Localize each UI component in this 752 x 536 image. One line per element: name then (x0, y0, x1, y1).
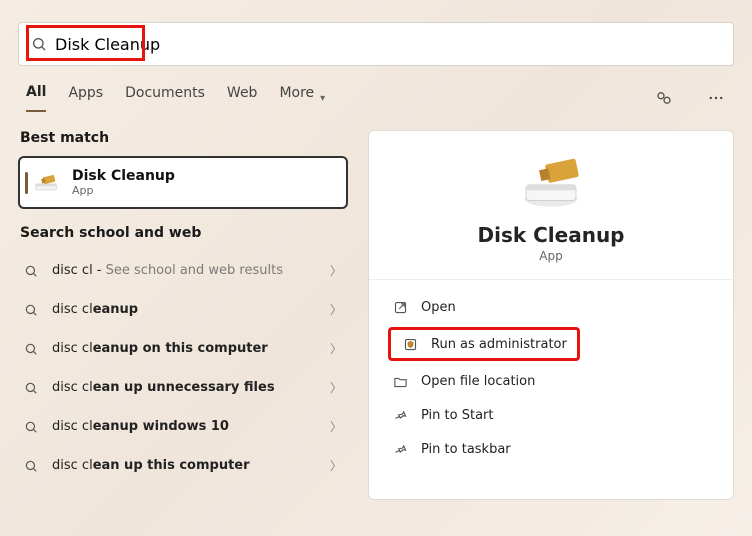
tab-web[interactable]: Web (227, 85, 258, 111)
details-title: Disk Cleanup (369, 223, 733, 247)
action-open-label: Open (421, 300, 456, 315)
action-open-file-location[interactable]: Open file location (381, 364, 721, 398)
selection-accent (25, 172, 28, 194)
shield-icon (401, 335, 419, 353)
action-open[interactable]: Open (381, 290, 721, 324)
web-result-row[interactable]: disc clean up unnecessary files 〉 (18, 368, 348, 407)
search-icon (24, 459, 40, 473)
search-icon (24, 264, 40, 278)
web-result-row[interactable]: disc clean up this computer 〉 (18, 446, 348, 485)
chevron-right-icon: 〉 (330, 340, 342, 357)
search-icon (24, 342, 40, 356)
details-subtitle: App (369, 249, 733, 263)
chevron-right-icon: 〉 (330, 262, 342, 279)
search-icon (27, 36, 51, 52)
web-result-text: disc cleanup windows 10 (52, 419, 318, 434)
tab-apps[interactable]: Apps (68, 85, 103, 111)
best-match-heading: Best match (18, 130, 348, 156)
web-result-row[interactable]: disc cleanup on this computer 〉 (18, 329, 348, 368)
folder-icon (391, 372, 409, 390)
web-result-row[interactable]: disc cleanup 〉 (18, 290, 348, 329)
web-result-row[interactable]: disc cleanup windows 10 〉 (18, 407, 348, 446)
disk-cleanup-large-icon (369, 155, 733, 213)
action-run-as-admin-label: Run as administrator (431, 337, 567, 352)
web-result-row[interactable]: disc cl - See school and web results 〉 (18, 251, 348, 290)
more-options-icon[interactable] (706, 88, 726, 108)
best-match-title: Disk Cleanup (72, 168, 175, 184)
action-pin-to-taskbar[interactable]: Pin to taskbar (381, 432, 721, 466)
web-result-text: disc cl - See school and web results (52, 263, 318, 278)
chevron-right-icon: 〉 (330, 457, 342, 474)
results-column: Best match Disk Cleanup App Search schoo… (18, 130, 348, 500)
tab-documents[interactable]: Documents (125, 85, 205, 111)
web-results-heading: Search school and web (18, 225, 348, 251)
action-pin-to-start[interactable]: Pin to Start (381, 398, 721, 432)
chevron-right-icon: 〉 (330, 379, 342, 396)
open-icon (391, 298, 409, 316)
search-input[interactable] (51, 35, 725, 54)
tab-more[interactable]: More (279, 85, 314, 111)
tab-all[interactable]: All (26, 84, 46, 112)
search-options-icon[interactable] (654, 88, 674, 108)
web-results-list: disc cl - See school and web results〉dis… (18, 251, 348, 485)
chevron-down-icon: ▾ (320, 93, 325, 104)
web-result-text: disc clean up this computer (52, 458, 318, 473)
search-icon (24, 303, 40, 317)
action-list: Open Run as administrator Open file loca… (369, 290, 733, 466)
filter-tabs: All Apps Documents Web More ▾ (0, 66, 752, 112)
chevron-right-icon: 〉 (330, 418, 342, 435)
best-match-subtitle: App (72, 184, 175, 197)
search-icon (24, 420, 40, 434)
chevron-right-icon: 〉 (330, 301, 342, 318)
action-run-as-admin[interactable]: Run as administrator (388, 327, 580, 361)
action-open-file-location-label: Open file location (421, 374, 535, 389)
pin-icon (391, 406, 409, 424)
action-pin-to-start-label: Pin to Start (421, 408, 493, 423)
action-pin-to-taskbar-label: Pin to taskbar (421, 442, 511, 457)
disk-cleanup-icon (32, 169, 60, 197)
search-icon (24, 381, 40, 395)
web-result-text: disc cleanup on this computer (52, 341, 318, 356)
best-match-result[interactable]: Disk Cleanup App (18, 156, 348, 209)
search-bar[interactable] (18, 22, 734, 66)
pin-icon (391, 440, 409, 458)
web-result-text: disc cleanup (52, 302, 318, 317)
divider (369, 279, 733, 280)
web-result-text: disc clean up unnecessary files (52, 380, 318, 395)
details-panel: Disk Cleanup App Open Run as administrat… (368, 130, 734, 500)
